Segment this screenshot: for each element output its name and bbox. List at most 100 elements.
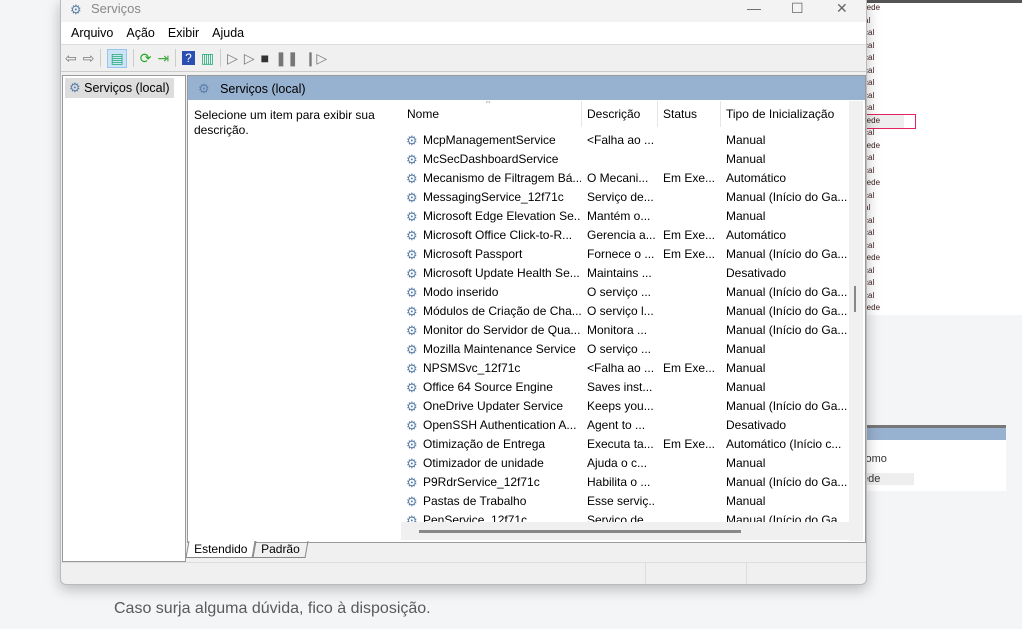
service-name: OneDrive Updater Service (423, 399, 564, 413)
service-description: Executa ta... (587, 437, 654, 451)
service-gear-icon: ⚙ (406, 361, 418, 376)
table-row[interactable]: ⚙ McpManagementService <Falha ao ... Manual (401, 130, 849, 149)
service-status: Em Exe... (663, 247, 716, 261)
refresh-icon[interactable]: ⟳ (140, 50, 152, 67)
table-row[interactable]: ⚙ Módulos de Criação de Cha... O serviço l… (401, 301, 849, 320)
table-row[interactable]: ⚙ Mecanismo de Filtragem Bá... O Mecani...… (401, 168, 849, 187)
export-list-icon[interactable]: ⇥ (157, 50, 169, 67)
service-status: Em Exe... (663, 361, 716, 375)
table-row[interactable]: ⚙ Monitor do Servidor de Qua... Monitora .… (401, 320, 849, 339)
start-service-2-icon[interactable]: ▷ (244, 50, 255, 67)
pause-service-icon[interactable]: ❚❚ (275, 50, 298, 67)
service-description: Monitora ... (587, 323, 648, 337)
page-text: Caso surja alguma dúvida, fico à disposi… (114, 600, 431, 617)
scroll-thumb[interactable] (419, 530, 741, 533)
service-startup-type: Desativado (726, 418, 787, 432)
service-gear-icon: ⚙ (406, 494, 418, 509)
pane-header-title: Serviços (local) (220, 82, 306, 96)
service-name: Microsoft Passport (423, 247, 523, 261)
toolbar: ⇦ ⇨ ▤ ⟳ ⇥ ? ▥ ▷ ▷ ■ ❚❚ ❙▷ (61, 45, 866, 72)
column-header-description[interactable]: Descrição (587, 107, 640, 129)
services-window: ⚙ Serviços — ☐ ✕ Arquivo Ação Exibir Aju… (60, 0, 867, 585)
horizontal-scrollbar[interactable] (401, 522, 849, 540)
service-gear-icon: ⚙ (406, 171, 418, 186)
show-hide-tree-icon[interactable]: ▤ (107, 48, 127, 68)
service-gear-icon: ⚙ (406, 399, 418, 414)
column-header-name[interactable]: Nome (407, 107, 439, 129)
tab-estendido[interactable]: Estendido (185, 541, 256, 558)
service-name: Mozilla Maintenance Service (423, 342, 576, 356)
table-row[interactable]: ⚙ Office 64 Source Engine Saves inst... Man… (401, 377, 849, 396)
service-name: McSecDashboardService (423, 152, 559, 166)
table-row[interactable]: ⚙ NPSMSvc_12f71c <Falha ao ... Em Exe... Man… (401, 358, 849, 377)
tree-item-services-local[interactable]: ⚙ Serviços (local) (65, 78, 174, 98)
service-description: Agent to ... (587, 418, 646, 432)
service-description: Esse serviç... (587, 494, 655, 508)
table-row[interactable]: ⚙ Microsoft Update Health Se... Maintains … (401, 263, 849, 282)
service-name: P9RdrService_12f71c (423, 475, 540, 489)
table-row[interactable]: ⚙ Modo inserido O serviço ... Manual (Iníci… (401, 282, 849, 301)
service-startup-type: Automático (726, 171, 787, 185)
back-arrow-icon[interactable]: ⇦ (65, 50, 77, 67)
table-row[interactable]: ⚙ Otimização de Entrega Executa ta... Em Ex… (401, 434, 849, 453)
service-description: Keeps you... (587, 399, 654, 413)
window-title: Serviços (91, 1, 141, 16)
service-gear-icon: ⚙ (406, 475, 418, 490)
table-row[interactable]: ⚙ McSecDashboardService Manual (401, 149, 849, 168)
service-startup-type: Manual (726, 152, 766, 166)
service-gear-icon: ⚙ (406, 228, 418, 243)
forward-arrow-icon[interactable]: ⇨ (83, 50, 95, 67)
menu-ajuda[interactable]: Ajuda (206, 22, 251, 44)
column-header-startup-type[interactable]: Tipo de Inicialização (726, 107, 834, 129)
start-service-icon[interactable]: ▷ (227, 50, 238, 67)
service-gear-icon: ⚙ (406, 209, 418, 224)
table-row[interactable]: ⚙ Microsoft Passport Fornece o ... Em Exe..… (401, 244, 849, 263)
column-header-status[interactable]: Status (663, 107, 697, 129)
close-button[interactable]: ✕ (836, 0, 848, 17)
service-description: <Falha ao ... (587, 133, 655, 147)
service-gear-icon: ⚙ (406, 285, 418, 300)
scroll-thumb[interactable] (854, 286, 856, 312)
stop-service-icon[interactable]: ■ (261, 50, 269, 66)
table-row[interactable]: ⚙ OneDrive Updater Service Keeps you... Man… (401, 396, 849, 415)
service-status: Em Exe... (663, 228, 716, 242)
service-name: Módulos de Criação de Cha... (423, 304, 581, 318)
service-name: Microsoft Office Click-to-R... (423, 228, 573, 242)
table-row[interactable]: ⚙ Pastas de Trabalho Esse serviç... Manual (401, 491, 849, 510)
service-gear-icon: ⚙ (406, 266, 418, 281)
gear-icon: ⚙ (198, 81, 210, 96)
tab-padrao[interactable]: Padrão (252, 541, 309, 558)
service-name: Pastas de Trabalho (423, 494, 527, 508)
table-row[interactable]: ⚙ Microsoft Office Click-to-R... Gerencia … (401, 225, 849, 244)
help-icon[interactable]: ? (182, 51, 195, 65)
restart-service-icon[interactable]: ❙▷ (305, 50, 328, 67)
background-top-border (862, 0, 1022, 3)
table-row[interactable]: ⚙ MessagingService_12f71c Serviço de... Man… (401, 187, 849, 206)
table-row[interactable]: ⚙ Otimizador de unidade Ajuda o c... Manual (401, 453, 849, 472)
service-name: OpenSSH Authentication A... (423, 418, 577, 432)
pane-header: ⚙ Serviços (local) (188, 76, 865, 100)
properties-pane-icon[interactable]: ▥ (201, 50, 214, 67)
service-startup-type: Manual (726, 456, 766, 470)
service-description: Saves inst... (587, 380, 653, 394)
vertical-scrollbar[interactable] (849, 101, 863, 541)
menu-arquivo[interactable]: Arquivo (65, 22, 120, 44)
service-startup-type: Manual (Início do Ga... (726, 285, 848, 299)
menu-acao[interactable]: Ação (120, 22, 162, 44)
service-startup-type: Manual (Início do Ga... (726, 247, 848, 261)
maximize-button[interactable]: ☐ (791, 0, 804, 17)
table-row[interactable]: ⚙ OpenSSH Authentication A... Agent to ...… (401, 415, 849, 434)
service-description: <Falha ao ... (587, 361, 655, 375)
service-gear-icon: ⚙ (406, 133, 418, 148)
table-row[interactable]: ⚙ Microsoft Edge Elevation Se... Mantém o.… (401, 206, 849, 225)
service-gear-icon: ⚙ (406, 247, 418, 262)
title-bar: ⚙ Serviços — ☐ ✕ (61, 0, 866, 22)
status-bar (61, 562, 866, 584)
service-startup-type: Automático (726, 228, 787, 242)
menu-exibir[interactable]: Exibir (162, 22, 206, 44)
services-gear-icon: ⚙ (70, 2, 82, 17)
service-startup-type: Manual (726, 380, 766, 394)
minimize-button[interactable]: — (747, 0, 761, 16)
table-row[interactable]: ⚙ Mozilla Maintenance Service O serviço ..… (401, 339, 849, 358)
table-row[interactable]: ⚙ P9RdrService_12f71c Habilita o ... Manual… (401, 472, 849, 491)
